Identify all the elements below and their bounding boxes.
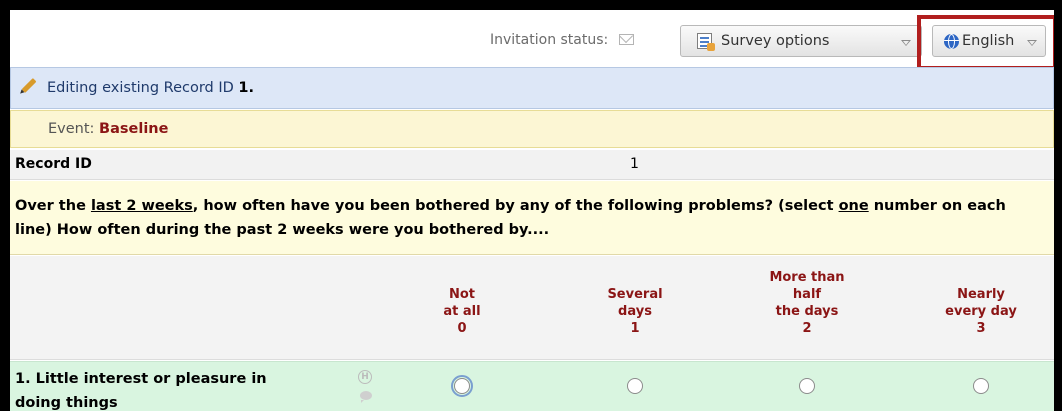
survey-options-icon — [697, 33, 715, 51]
question-emphasis: one — [838, 198, 869, 214]
question-text: , how often have you been bothered by an… — [192, 198, 839, 214]
choice-header-1: Several days 1 — [575, 286, 695, 337]
record-id-label: Record ID — [15, 156, 92, 172]
item-label: 1. Little interest or pleasure in doing … — [15, 367, 267, 411]
radio-more-than-half[interactable] — [799, 378, 815, 394]
survey-options-button[interactable]: Survey options — [680, 25, 922, 57]
item-label-line: 1. Little interest or pleasure in — [15, 371, 267, 387]
radio-not-at-all[interactable] — [451, 375, 473, 397]
choice-header-3: Nearly every day 3 — [921, 286, 1041, 337]
field-history-icon[interactable]: H — [358, 370, 372, 384]
chevron-down-icon — [901, 40, 911, 46]
comment-icon[interactable] — [360, 391, 372, 403]
choice-label: Several — [607, 287, 663, 302]
choice-code: 2 — [802, 321, 812, 336]
choice-header-row: Not at all 0 Several days 1 More than ha… — [10, 256, 1054, 360]
record-id-row: Record ID 1 — [10, 150, 1054, 180]
event-banner: Event: Baseline — [10, 110, 1054, 148]
choice-label: Nearly — [957, 287, 1005, 302]
survey-form-frame: Invitation status: Survey options Englis… — [10, 10, 1054, 411]
choice-code: 3 — [976, 321, 986, 336]
choice-label: half — [792, 287, 822, 302]
event-label: Event: — [48, 121, 95, 137]
record-id-value: 1 — [630, 156, 639, 172]
editing-record-id: 1. — [238, 80, 255, 96]
question-text: Over the — [15, 198, 91, 214]
item-label-line: doing things — [15, 395, 118, 411]
choice-code: 1 — [630, 321, 640, 336]
choice-label: More than — [769, 270, 845, 285]
envelope-icon[interactable] — [618, 34, 634, 45]
matrix-item-row: 1. Little interest or pleasure in doing … — [10, 361, 1054, 411]
choice-header-2: More than half the days 2 — [747, 269, 867, 337]
editing-record-text: Editing existing Record ID — [47, 80, 234, 96]
matrix-question-header: Over the last 2 weeks, how often have yo… — [10, 181, 1054, 255]
question-emphasis: last 2 weeks — [90, 198, 193, 214]
survey-options-label: Survey options — [721, 33, 830, 49]
choice-label: every day — [945, 304, 1017, 319]
invitation-status-label: Invitation status: — [490, 32, 609, 48]
editing-record-banner: Editing existing Record ID 1. — [10, 67, 1054, 109]
pencil-icon — [21, 78, 37, 93]
choice-header-0: Not at all 0 — [402, 286, 522, 337]
radio-nearly-every-day[interactable] — [973, 378, 989, 394]
choice-label: the days — [775, 304, 839, 319]
choice-label: Not — [448, 287, 476, 302]
event-value: Baseline — [99, 121, 169, 137]
choice-code: 0 — [457, 321, 467, 336]
radio-several-days[interactable] — [627, 378, 643, 394]
choice-label: at all — [443, 304, 481, 319]
invitation-status[interactable]: Invitation status: — [490, 32, 634, 48]
language-highlight-box — [917, 15, 1054, 70]
choice-label: days — [618, 304, 652, 319]
top-toolbar: Invitation status: Survey options Englis… — [10, 10, 1054, 70]
